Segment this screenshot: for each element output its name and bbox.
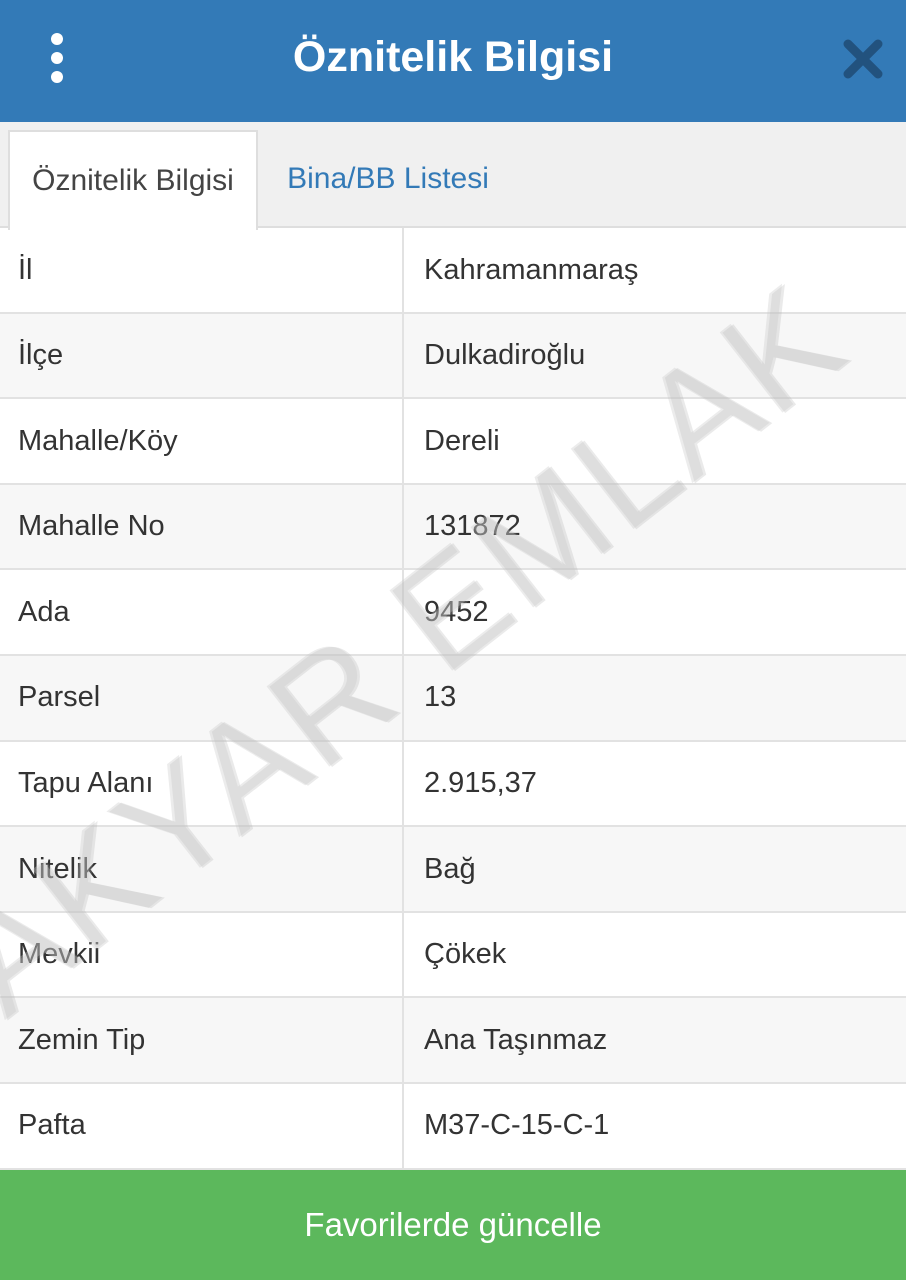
table-row: İlçe Dulkadiroğlu (0, 313, 906, 400)
table-row: Mahalle No 131872 (0, 484, 906, 571)
row-value: Dulkadiroğlu (424, 339, 586, 372)
table-row: Parsel 13 (0, 655, 906, 742)
page-title: Öznitelik Bilgisi (292, 32, 614, 81)
row-label: Parsel (18, 681, 101, 714)
row-label: Pafta (18, 1109, 86, 1142)
table-row: Zemin Tip Ana Taşınmaz (0, 998, 906, 1084)
table-row: Mevkii Çökek (0, 913, 906, 999)
table-row: Pafta M37-C-15-C-1 (0, 1084, 906, 1170)
tab-bar: Öznitelik Bilgisi Bina/BB Listesi (0, 122, 906, 230)
row-label: Tapu Alanı (18, 767, 154, 800)
tab-bina-bb-listesi[interactable]: Bina/BB Listesi (268, 130, 508, 228)
app-header: Öznitelik Bilgisi (0, 0, 906, 122)
row-label: İlçe (18, 339, 64, 372)
attribute-table: İl Kahramanmaraş İlçe Dulkadiroğlu Mahal… (0, 228, 906, 1170)
row-label: Mahalle/Köy (18, 424, 178, 457)
row-label: İl (18, 253, 33, 286)
close-icon-glyph (843, 39, 883, 79)
row-label: Zemin Tip (18, 1023, 146, 1056)
row-label: Mahalle No (18, 510, 165, 543)
close-icon[interactable] (838, 34, 888, 84)
row-value: 131872 (424, 510, 521, 543)
row-value: Dereli (424, 424, 500, 457)
row-label: Mevkii (18, 938, 101, 971)
table-row: Nitelik Bağ (0, 827, 906, 913)
row-label: Nitelik (18, 852, 97, 885)
row-value: 9452 (424, 595, 489, 628)
row-value: Ana Taşınmaz (424, 1023, 608, 1056)
table-row: Ada 9452 (0, 570, 906, 656)
row-value: Çökek (424, 938, 507, 971)
table-row: Mahalle/Köy Dereli (0, 399, 906, 485)
row-value: 2.915,37 (424, 767, 537, 800)
update-favorites-button[interactable]: Favorilerde güncelle (0, 1170, 906, 1280)
row-value: M37-C-15-C-1 (424, 1109, 610, 1142)
table-row: Tapu Alanı 2.915,37 (0, 742, 906, 828)
column-divider (402, 228, 404, 1170)
row-value: Bağ (424, 852, 476, 885)
row-value: Kahramanmaraş (424, 253, 639, 286)
table-row: İl Kahramanmaraş (0, 228, 906, 314)
tab-oznitelik-bilgisi[interactable]: Öznitelik Bilgisi (8, 130, 258, 230)
row-value: 13 (424, 681, 457, 714)
row-label: Ada (18, 595, 70, 628)
